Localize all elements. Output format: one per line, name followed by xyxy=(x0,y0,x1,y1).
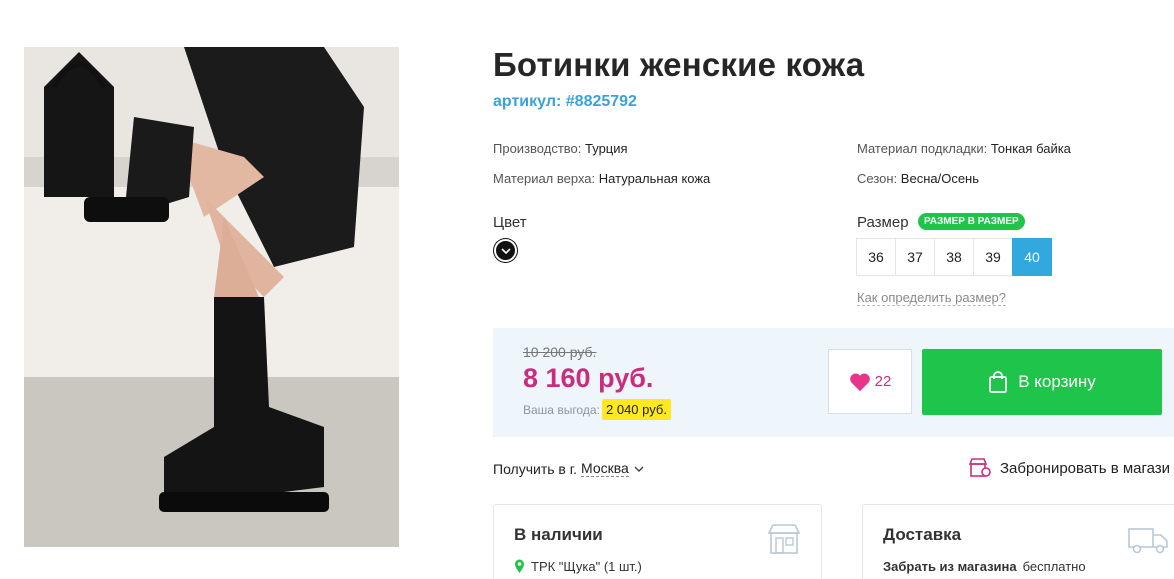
chevron-down-icon xyxy=(500,247,511,254)
city-name: Москва xyxy=(581,460,629,477)
product-photo-illustration xyxy=(24,47,399,547)
storefront-icon xyxy=(767,523,801,560)
spec-upper-material: Материал верха: Натуральная кожа xyxy=(493,171,710,186)
delivery-title: Доставка xyxy=(883,525,962,544)
favorites-count: 22 xyxy=(874,373,892,390)
price-box: 10 200 руб. 8 160 руб. Ваша выгода: 2 04… xyxy=(493,328,1174,437)
spec-label: Производство: xyxy=(493,141,582,156)
chevron-down-icon xyxy=(634,466,644,472)
spec-production: Производство: Турция xyxy=(493,141,628,156)
store-name: ТРК "Щука" (1 шт.) xyxy=(531,559,642,574)
size-selector: 36 37 38 39 40 xyxy=(856,238,1052,276)
color-swatch-black[interactable] xyxy=(494,239,517,262)
delivery-card: Доставка Забрать из магазина бесплатно xyxy=(862,504,1174,579)
size-option-39[interactable]: 39 xyxy=(973,238,1013,276)
add-to-cart-button[interactable]: В корзину xyxy=(922,349,1162,415)
city-selector[interactable]: Получить в г. Москва xyxy=(493,460,645,477)
add-to-favorites-button[interactable]: 22 xyxy=(828,349,912,414)
spec-label: Материал подкладки: xyxy=(857,141,988,156)
store-availability[interactable]: ТРК "Щука" (1 шт.) xyxy=(514,559,642,574)
spec-value: Натуральная кожа xyxy=(598,171,711,186)
heart-icon xyxy=(849,373,870,391)
spec-value: Тонкая байка xyxy=(990,141,1071,156)
savings-label: Ваша выгода: xyxy=(523,403,600,417)
size-option-37[interactable]: 37 xyxy=(895,238,935,276)
pickup-label: Забрать из магазина xyxy=(883,559,1017,574)
spec-value: Весна/Осень xyxy=(900,171,980,186)
old-price: 10 200 руб. xyxy=(523,344,597,360)
current-price: 8 160 руб. xyxy=(523,363,654,393)
reserve-label: Забронировать в магази xyxy=(1000,459,1171,477)
size-label: Размер xyxy=(857,214,909,231)
availability-card: В наличии ТРК "Щука" (1 шт.) xyxy=(493,504,822,579)
size-option-38[interactable]: 38 xyxy=(934,238,974,276)
spec-label: Материал верха: xyxy=(493,171,596,186)
delivery-truck-icon xyxy=(1127,523,1169,560)
spec-season: Сезон: Весна/Осень xyxy=(857,171,979,186)
savings-value: 2 040 руб. xyxy=(602,399,671,420)
size-guide-link[interactable]: Как определить размер? xyxy=(857,290,1007,306)
size-option-36[interactable]: 36 xyxy=(856,238,896,276)
location-pin-icon xyxy=(515,559,524,573)
add-to-cart-label: В корзину xyxy=(1018,372,1096,391)
color-label: Цвет xyxy=(493,214,527,231)
city-prefix: Получить в г. xyxy=(493,460,578,477)
shopping-bag-icon xyxy=(989,371,1008,393)
size-fit-badge: РАЗМЕР В РАЗМЕР xyxy=(918,213,1025,230)
pickup-option: Забрать из магазина бесплатно xyxy=(883,559,1086,574)
store-pin-icon xyxy=(968,458,991,477)
product-photo[interactable] xyxy=(24,47,399,547)
pickup-price: бесплатно xyxy=(1022,559,1086,574)
availability-title: В наличии xyxy=(514,525,603,544)
spec-value: Турция xyxy=(585,141,628,156)
size-option-40[interactable]: 40 xyxy=(1012,238,1052,276)
spec-lining-material: Материал подкладки: Тонкая байка xyxy=(857,141,1071,156)
product-title: Ботинки женские кожа xyxy=(493,46,865,83)
spec-label: Сезон: xyxy=(857,171,898,186)
product-sku: артикул: #8825792 xyxy=(493,93,637,110)
reserve-in-store-link[interactable]: Забронировать в магази xyxy=(968,457,1170,479)
